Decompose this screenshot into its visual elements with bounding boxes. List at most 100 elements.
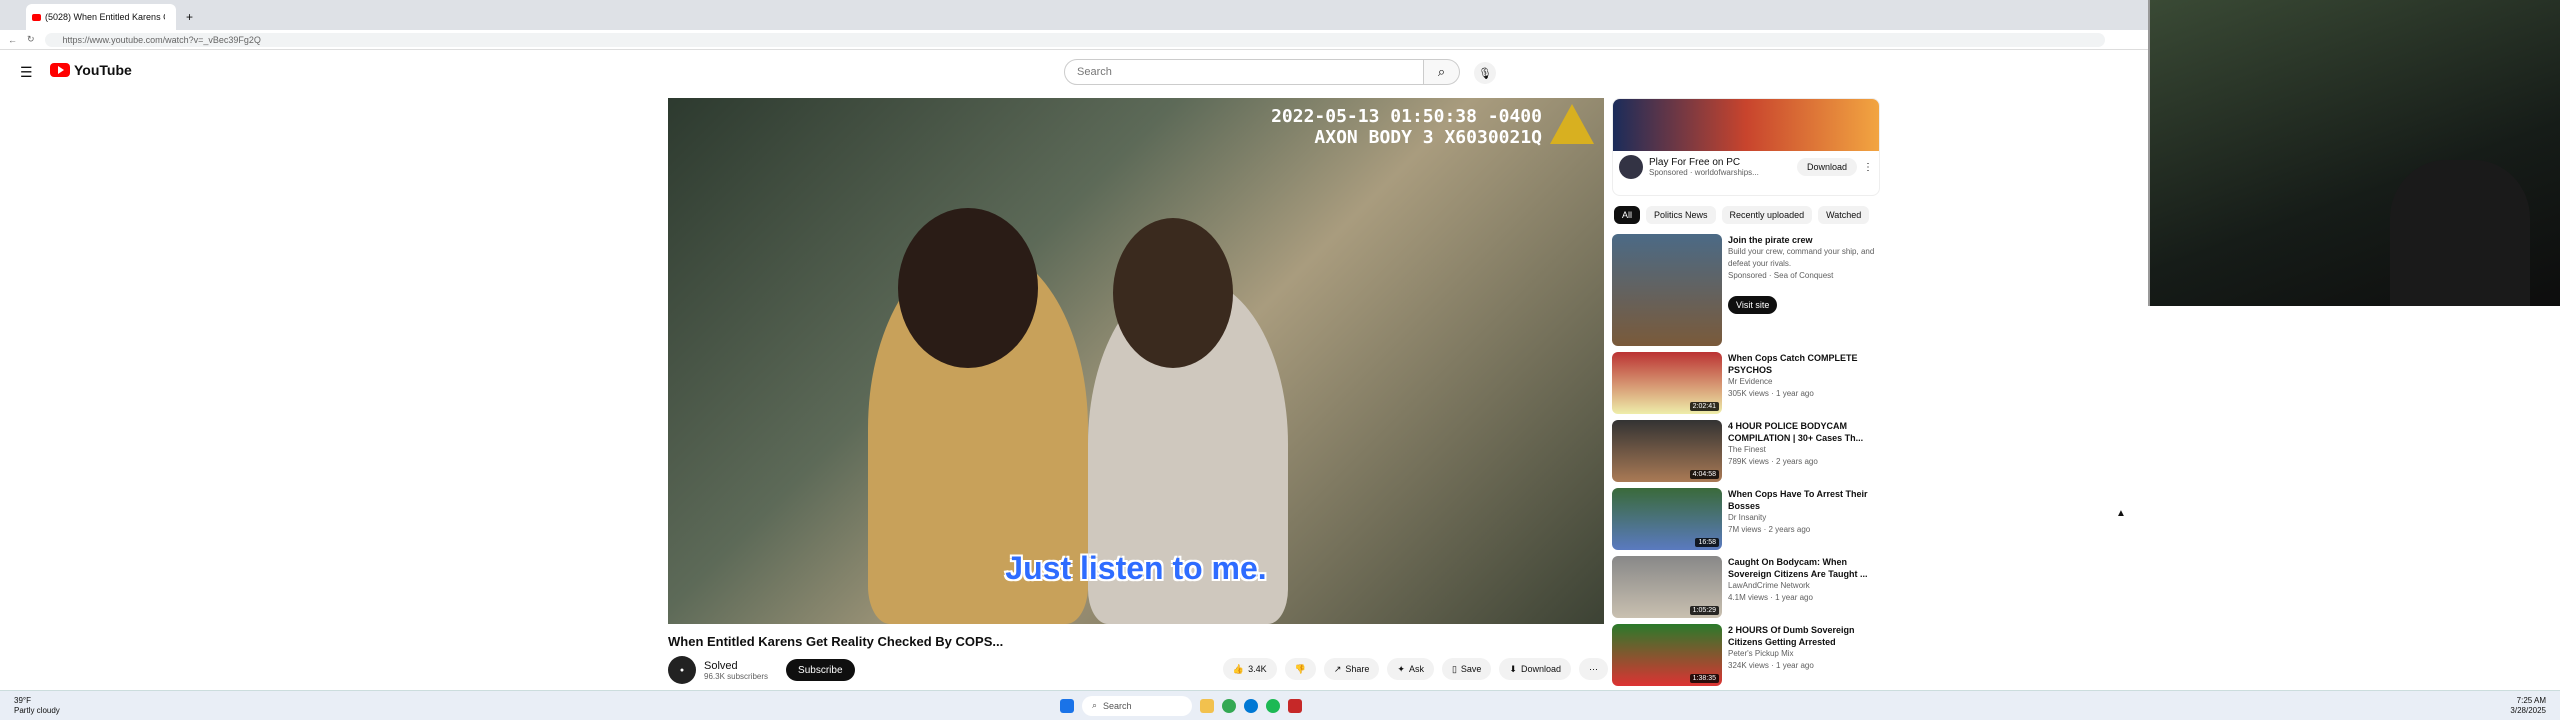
duration-badge: 16:58 [1695,538,1719,547]
recommendation-meta: 789K views · 2 years ago [1728,457,1818,466]
recommendation-channel[interactable]: Dr Insanity [1728,512,1884,524]
chip-recently-uploaded[interactable]: Recently uploaded [1721,206,1813,224]
recommendation-title[interactable]: 4 HOUR POLICE BODYCAM COMPILATION | 30+ … [1728,420,1884,444]
share-button[interactable]: ↗ Share [1323,658,1380,680]
video-thumbnail[interactable]: 1:38:35 [1612,624,1722,686]
recommendation-info: 2 HOURS Of Dumb Sovereign Citizens Getti… [1728,624,1884,686]
video-thumbnail[interactable]: 2:02:41 [1612,352,1722,414]
mouse-cursor-icon: ▲ [2116,508,2126,519]
recommendation-title[interactable]: When Cops Catch COMPLETE PSYCHOS [1728,352,1884,376]
youtube-header: ☰ YouTube Search ⌕ 🎙 [0,52,2148,92]
save-button[interactable]: ▯ Save [1441,658,1492,680]
recommendation-title[interactable]: Caught On Bodycam: When Sovereign Citize… [1728,556,1884,580]
recommendation-title[interactable]: When Cops Have To Arrest Their Bosses [1728,488,1884,512]
filter-chips: All Politics News Recently uploaded Watc… [1614,206,1870,224]
back-icon[interactable]: ← [8,35,17,45]
download-label: Download [1520,664,1561,674]
app-icon[interactable] [1288,698,1302,713]
more-actions-button[interactable]: ⋯ [1579,658,1608,680]
subscribe-button[interactable]: Subscribe [786,659,855,681]
ad-download-button[interactable]: Download [1796,158,1857,176]
logo-text: YouTube [74,62,132,78]
download-button[interactable]: ⬇ Download [1499,658,1571,680]
chip-all[interactable]: All [1614,206,1641,224]
video-thumbnail[interactable] [1612,234,1722,346]
menu-icon[interactable]: ☰ [20,64,33,81]
browser-tabbar: (5028) When Entitled Karens Get Reality … [0,0,2148,30]
chip-watched[interactable]: Watched [1818,206,1870,224]
recommendation-info: When Cops Catch COMPLETE PSYCHOS Mr Evid… [1728,352,1884,414]
video-player[interactable]: 2022-05-13 01:50:38 -0400 AXON BODY 3 X6… [668,98,1604,624]
recommendation-channel[interactable]: LawAndCrime Network [1728,580,1884,592]
url-field[interactable]: https://www.youtube.com/watch?v=_vBec39F… [44,32,2105,47]
recommendation-info: Caught On Bodycam: When Sovereign Citize… [1728,556,1884,618]
ad-logo-icon [1619,155,1643,179]
recommendation-title[interactable]: 2 HOURS Of Dumb Sovereign Citizens Getti… [1728,624,1884,648]
ad-title: Play For Free on PC [1649,157,1741,168]
recommendation-channel[interactable]: Mr Evidence [1728,376,1884,388]
windows-start-icon[interactable] [1060,698,1074,713]
recommendation-meta: 324K views · 1 year ago [1728,661,1814,670]
chrome-icon[interactable] [1222,698,1236,713]
ad-sponsored: Sponsored · worldofwarships... [1649,168,1759,177]
subscriber-count: 96.3K subscribers [704,671,769,681]
video-figure [898,208,1038,368]
reload-icon[interactable]: ↻ [27,34,35,45]
video-caption: Just listen to me. [1005,550,1267,586]
search-input[interactable]: Search [1064,59,1424,85]
like-count: 3.4K [1248,664,1267,674]
duration-badge: 1:38:35 [1689,674,1719,683]
recommendation-title[interactable]: Join the pirate crew [1728,234,1884,246]
recommendation-item[interactable]: 16:58 When Cops Have To Arrest Their Bos… [1612,488,1884,550]
recommendation-item[interactable]: 1:38:35 2 HOURS Of Dumb Sovereign Citize… [1612,624,1884,686]
recommendation-channel[interactable]: The Finest [1728,444,1884,456]
weather-desc: Partly cloudy [14,705,60,715]
system-clock[interactable]: 7:25 AM 3/28/2025 [2510,696,2546,716]
video-title: When Entitled Karens Get Reality Checked… [668,634,1004,649]
recommendation-item[interactable]: 4:04:58 4 HOUR POLICE BODYCAM COMPILATIO… [1612,420,1884,482]
video-figure [1113,218,1233,368]
video-thumbnail[interactable]: 4:04:58 [1612,420,1722,482]
dislike-button[interactable]: 👎 [1284,658,1316,680]
video-thumbnail[interactable]: 1:05:29 [1612,556,1722,618]
like-button[interactable]: 👍 3.4K [1222,658,1277,680]
ask-button[interactable]: ✦ Ask [1387,658,1434,680]
youtube-favicon-icon [32,13,41,21]
taskbar-center: ⌕ Search [1060,695,1302,716]
ad-card[interactable]: Play For Free on PC Sponsored · worldofw… [1612,98,1880,196]
spotify-icon[interactable] [1266,698,1280,713]
more-icon: ⋯ [1589,663,1598,674]
recommendation-info: When Cops Have To Arrest Their Bosses Dr… [1728,488,1884,550]
channel-name[interactable]: Solved [704,660,768,672]
taskbar-search-label: Search [1103,700,1132,711]
duration-badge: 2:02:41 [1689,402,1719,411]
ask-label: Ask [1408,664,1424,674]
tab-title: (5028) When Entitled Karens Get Reality … [45,12,165,22]
browser-tab[interactable]: (5028) When Entitled Karens Get Reality … [26,4,176,30]
channel-avatar[interactable]: ● [668,656,696,684]
search-icon: ⌕ [1092,700,1098,710]
taskbar-search[interactable]: ⌕ Search [1082,695,1192,716]
webcam-overlay [2148,0,2560,306]
recommendation-item[interactable]: 2:02:41 When Cops Catch COMPLETE PSYCHOS… [1612,352,1884,414]
recommendation-desc: Build your crew, command your ship, and … [1728,247,1875,268]
clock-date: 3/28/2025 [2510,705,2546,715]
windows-taskbar: 39°F Partly cloudy ⌕ Search 7:25 AM 3/28/… [0,690,2560,720]
clock-time: 7:25 AM [2516,695,2546,705]
recommendation-item[interactable]: Join the pirate crew Build your crew, co… [1612,234,1884,346]
visit-site-button[interactable]: Visit site [1728,296,1778,314]
youtube-logo[interactable]: YouTube [50,62,132,78]
file-explorer-icon[interactable] [1200,698,1214,713]
recommendation-item[interactable]: 1:05:29 Caught On Bodycam: When Sovereig… [1612,556,1884,618]
share-icon: ↗ [1333,663,1342,674]
more-vert-icon[interactable]: ⋮ [1863,162,1873,173]
voice-search-button[interactable]: 🎙 [1474,62,1496,84]
video-thumbnail[interactable]: 16:58 [1612,488,1722,550]
chip-politics-news[interactable]: Politics News [1646,206,1716,224]
recommendation-channel[interactable]: Peter's Pickup Mix [1728,648,1884,660]
edge-icon[interactable] [1244,698,1258,713]
new-tab-icon[interactable]: + [186,10,193,24]
search-button[interactable]: ⌕ [1424,59,1460,85]
ad-banner [1613,99,1879,151]
weather-widget[interactable]: 39°F Partly cloudy [14,696,60,716]
